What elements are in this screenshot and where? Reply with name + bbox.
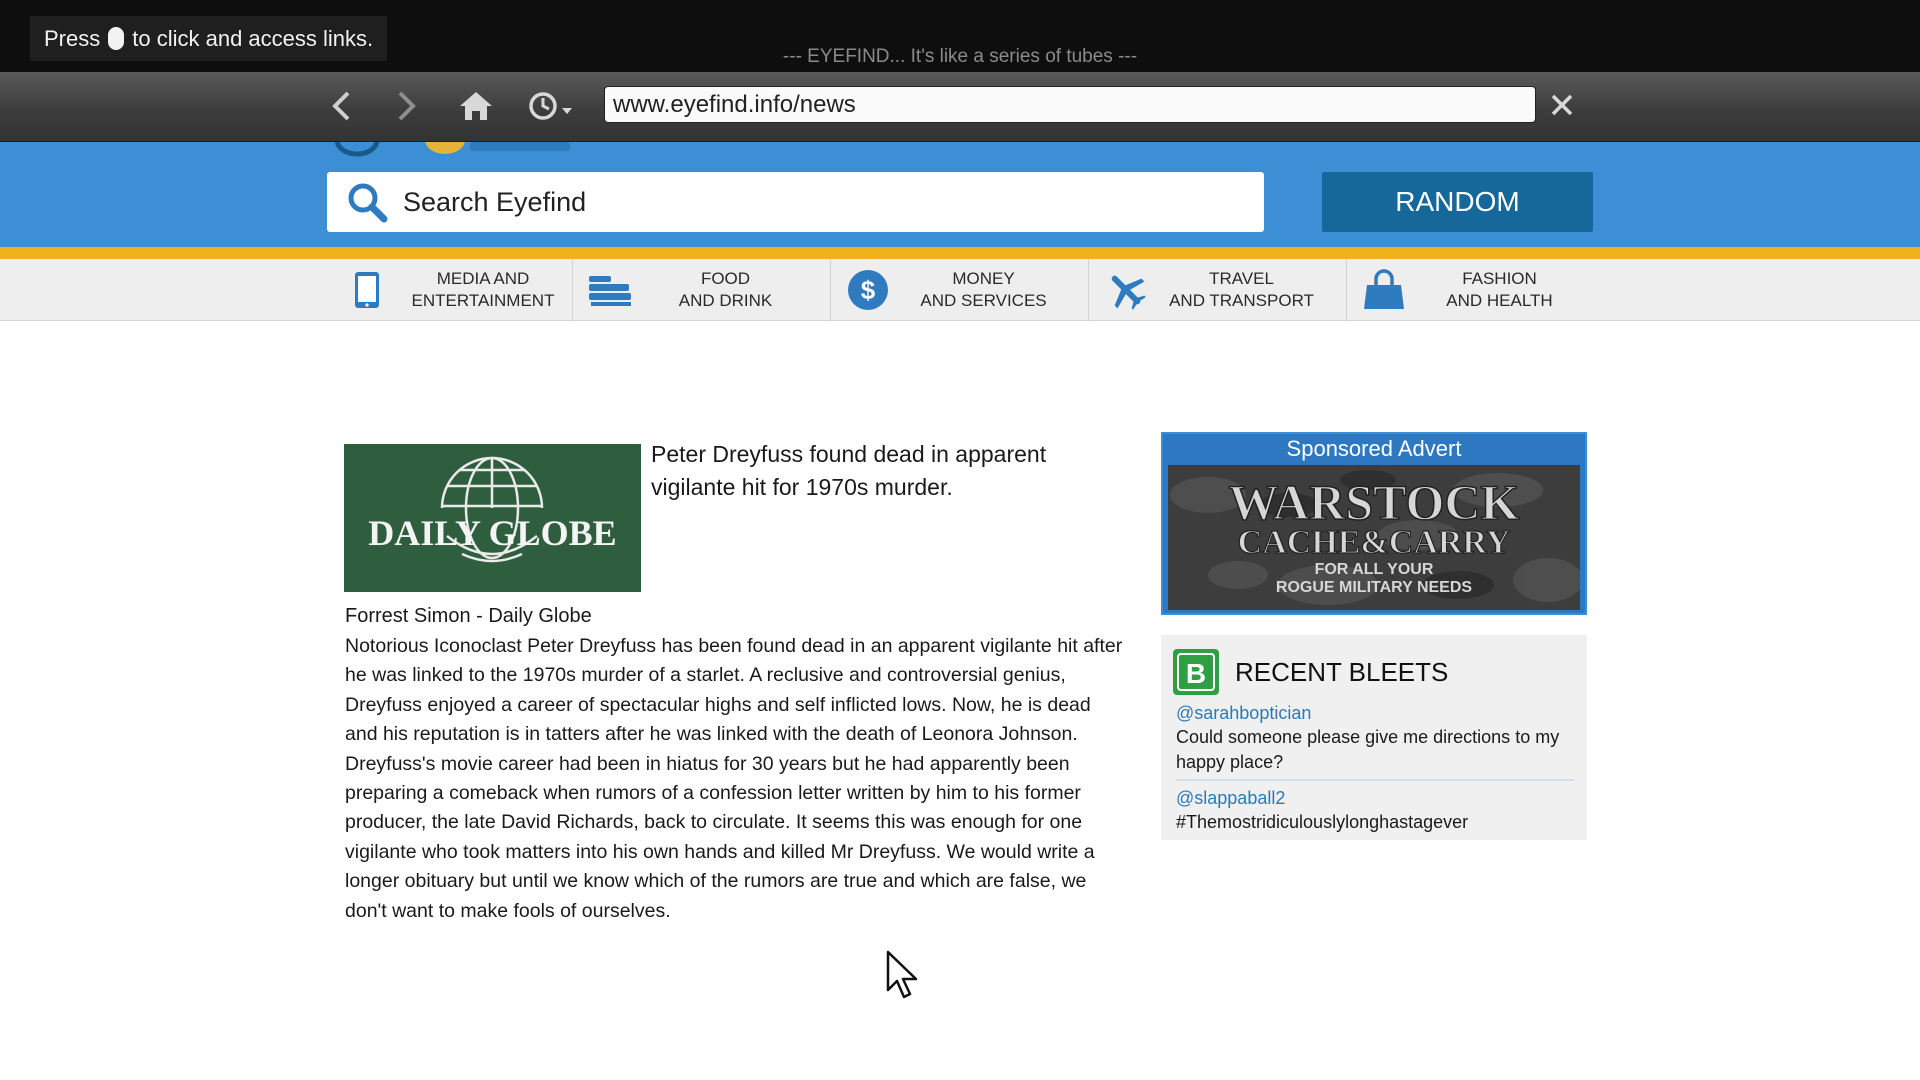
- svg-text:DAILY GLOBE: DAILY GLOBE: [368, 513, 616, 553]
- warstock-logo: WARSTOCK CACHE&CARRY FOR ALL YOUR ROGUE …: [1168, 465, 1580, 610]
- search-input[interactable]: [403, 186, 1223, 218]
- top-overlay-bar: Press to click and access links. --- EYE…: [0, 0, 1920, 72]
- sponsored-advert[interactable]: Sponsored Advert WARSTOCK CACHE&CARRY FO…: [1161, 432, 1587, 615]
- globe-icon: DAILY GLOBE: [368, 456, 617, 563]
- bleet-user-link[interactable]: @sarahboptician: [1176, 703, 1311, 724]
- eyefind-logo-fragment: [335, 142, 595, 158]
- category-nav: MEDIA AND ENTERTAINMENT FOOD AND DRINK $ M…: [0, 259, 1920, 321]
- category-label: MONEY AND SERVICES: [920, 269, 1047, 310]
- search-bar: [327, 172, 1264, 232]
- category-money-services[interactable]: $ MONEY AND SERVICES: [830, 259, 1088, 321]
- category-label: MEDIA AND ENTERTAINMENT: [411, 269, 555, 310]
- home-icon: [460, 92, 492, 120]
- close-icon: [1551, 94, 1573, 115]
- warstock-advert-image[interactable]: WARSTOCK CACHE&CARRY FOR ALL YOUR ROGUE …: [1168, 465, 1580, 610]
- article-byline: Forrest Simon - Daily Globe: [345, 605, 592, 627]
- home-button[interactable]: [454, 84, 498, 128]
- bleet-user-link[interactable]: @slappaball2: [1176, 788, 1285, 809]
- category-food-drink[interactable]: FOOD AND DRINK: [572, 259, 830, 321]
- mouse-cursor-icon: [886, 950, 918, 999]
- forward-arrow-icon: [398, 91, 416, 121]
- screen: Press to click and access links. --- EYE…: [0, 0, 1920, 1080]
- svg-text:$: $: [861, 275, 876, 305]
- close-button[interactable]: [1545, 86, 1579, 123]
- category-label: TRAVEL AND TRANSPORT: [1169, 269, 1314, 310]
- dollar-icon: $: [845, 267, 891, 313]
- daily-globe-logo[interactable]: DAILY GLOBE: [344, 444, 641, 592]
- bleets-title: RECENT BLEETS: [1235, 657, 1449, 687]
- history-clock-icon: [529, 92, 572, 120]
- bleet-text: Could someone please give me directions …: [1176, 727, 1560, 772]
- advert-label: Sponsored Advert: [1286, 436, 1462, 461]
- category-label: FOOD AND DRINK: [678, 269, 773, 310]
- forward-button[interactable]: [384, 84, 428, 128]
- food-tray-icon: [587, 267, 633, 313]
- history-button[interactable]: [524, 84, 580, 128]
- phone-icon: [344, 267, 390, 313]
- back-arrow-icon: [332, 91, 350, 121]
- svg-text:CACHE&CARRY: CACHE&CARRY: [1238, 524, 1511, 561]
- svg-text:ROGUE MILITARY NEEDS: ROGUE MILITARY NEEDS: [1276, 579, 1472, 596]
- svg-text:FOR ALL YOUR: FOR ALL YOUR: [1315, 561, 1434, 578]
- random-button[interactable]: RANDOM: [1322, 172, 1593, 232]
- back-button[interactable]: [320, 84, 364, 128]
- search-icon[interactable]: [345, 180, 389, 224]
- category-travel-transport[interactable]: TRAVEL AND TRANSPORT: [1088, 259, 1346, 321]
- recent-bleets-panel: B RECENT BLEETS @sarahboptician Could so…: [1161, 635, 1587, 840]
- bleeter-icon: B: [1173, 649, 1219, 695]
- header-stripe: [0, 247, 1920, 259]
- article-body: Notorious Iconoclast Peter Dreyfuss has …: [345, 635, 1123, 922]
- category-media-entertainment[interactable]: MEDIA AND ENTERTAINMENT: [330, 259, 588, 321]
- svg-text:B: B: [1186, 658, 1206, 689]
- category-label: FASHION AND HEALTH: [1446, 269, 1553, 310]
- bleet-divider: [1176, 779, 1574, 781]
- browser-toolbar: www.eyefind.info/news: [0, 72, 1920, 142]
- airplane-icon: [1103, 267, 1149, 313]
- shopping-bag-icon: [1361, 267, 1407, 313]
- browser-tagline: --- EYEFIND... It's like a series of tub…: [782, 46, 1138, 67]
- eyefind-logo-icon: [335, 142, 570, 157]
- article-headline: Peter Dreyfuss found dead in apparent vi…: [651, 441, 1047, 500]
- bleet-text: #Themostridiculouslylonghastagever: [1176, 812, 1469, 832]
- category-fashion-health[interactable]: FASHION AND HEALTH: [1346, 259, 1604, 321]
- svg-text:WARSTOCK: WARSTOCK: [1229, 474, 1520, 530]
- url-bar[interactable]: www.eyefind.info/news: [604, 86, 1536, 123]
